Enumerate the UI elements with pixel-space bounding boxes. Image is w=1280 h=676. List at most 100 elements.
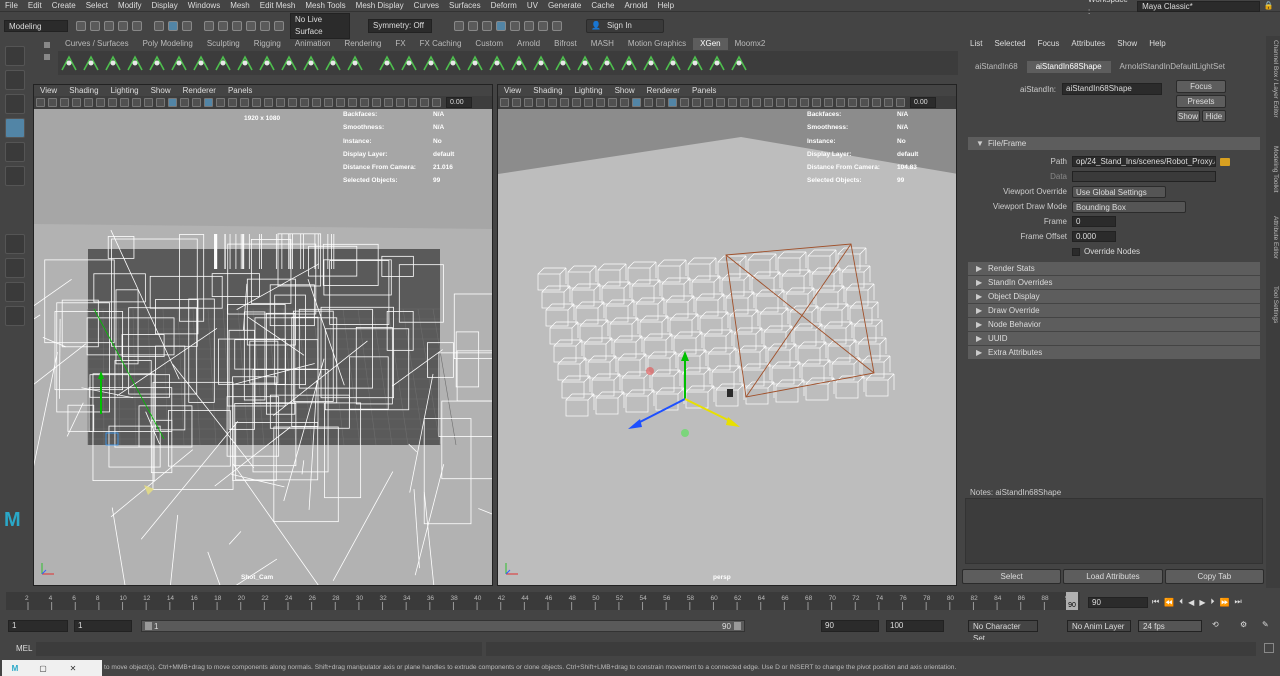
ae-tab[interactable]: aiStandIn68Shape	[1026, 61, 1111, 73]
folder-icon[interactable]	[1220, 157, 1230, 166]
viewport-tool-icon[interactable]	[323, 98, 333, 107]
go-to-end-icon[interactable]: ⏭	[1234, 597, 1241, 607]
xgen-groom-f-icon[interactable]	[488, 54, 506, 72]
ae-menu-focus[interactable]: Focus	[1032, 39, 1066, 48]
xgen-groom-a-icon[interactable]	[378, 54, 396, 72]
viewport-tool-icon[interactable]	[643, 98, 653, 107]
character-set-dropdown[interactable]: No Character Set	[968, 620, 1038, 643]
viewport-tool-icon[interactable]	[511, 98, 521, 107]
xgen-cache-icon[interactable]	[258, 54, 276, 72]
exposure-field-right[interactable]: 0.00	[910, 97, 936, 108]
vp-menu-lighting-r[interactable]: Lighting	[569, 86, 609, 95]
snap-surface-icon[interactable]	[260, 21, 270, 31]
live-surface-field[interactable]: No Live Surface	[290, 13, 350, 39]
xgen-groom-b-icon[interactable]	[400, 54, 418, 72]
ae-menu-help[interactable]: Help	[1143, 39, 1171, 48]
vp-menu-show-r[interactable]: Show	[609, 86, 641, 95]
viewport-tool-icon[interactable]	[883, 98, 893, 107]
viewport-tool-icon[interactable]	[703, 98, 713, 107]
vp-menu-shading-r[interactable]: Shading	[527, 86, 568, 95]
step-back-key-icon[interactable]: ⏪	[1164, 598, 1174, 607]
viewport-tool-icon[interactable]	[179, 98, 189, 107]
arnold-ipr-icon[interactable]	[538, 21, 548, 31]
step-forward-key-icon[interactable]: ⏩	[1219, 598, 1229, 607]
menu-surfaces[interactable]: Surfaces	[444, 0, 486, 12]
ipr-render-icon[interactable]	[482, 21, 492, 31]
copy-tab-button[interactable]: Copy Tab	[1164, 568, 1264, 584]
menu-windows[interactable]: Windows	[183, 0, 225, 12]
open-scene-icon[interactable]	[90, 21, 100, 31]
maya-taskbar-icon[interactable]: M	[2, 664, 28, 673]
viewport-tool-icon[interactable]	[419, 98, 429, 107]
viewport-tool-icon[interactable]	[71, 98, 81, 107]
vp-menu-show-l[interactable]: Show	[145, 86, 177, 95]
snap-point-icon[interactable]	[232, 21, 242, 31]
vp-menu-view-l[interactable]: View	[34, 86, 63, 95]
shelf-tab-arnold[interactable]: Arnold	[510, 38, 547, 50]
undo-icon[interactable]	[118, 21, 128, 31]
viewport-tool-icon[interactable]	[715, 98, 725, 107]
shelf-tab-custom[interactable]: Custom	[468, 38, 510, 50]
xgen-place-guide-icon[interactable]	[148, 54, 166, 72]
snap-grid-icon[interactable]	[204, 21, 214, 31]
range-bar[interactable]: 1 90	[141, 620, 745, 632]
paint-select-icon[interactable]	[5, 94, 25, 114]
viewport-tool-icon[interactable]	[143, 98, 153, 107]
select-object-icon[interactable]	[168, 21, 178, 31]
ae-menu-attributes[interactable]: Attributes	[1065, 39, 1111, 48]
step-back-frame-icon[interactable]: ⏴	[1179, 597, 1183, 607]
viewport-tool-icon[interactable]	[547, 98, 557, 107]
loop-icon[interactable]: ⟲	[1212, 620, 1219, 629]
section-extra-attributes[interactable]: ▶ Extra Attributes	[968, 346, 1260, 359]
viewport-override-dropdown[interactable]: Use Global Settings	[1072, 185, 1166, 198]
section-object-display[interactable]: ▶ Object Display	[968, 290, 1260, 303]
fps-dropdown[interactable]: 24 fps	[1138, 620, 1202, 632]
viewport-tool-icon[interactable]	[407, 98, 417, 107]
new-scene-icon[interactable]	[76, 21, 86, 31]
xgen-layer-icon[interactable]	[302, 54, 320, 72]
save-scene-icon[interactable]	[104, 21, 114, 31]
xgen-groom-n-icon[interactable]	[664, 54, 682, 72]
side-tab[interactable]: Modeling Toolkit	[1272, 146, 1279, 193]
menu-file[interactable]: File	[0, 0, 23, 12]
viewport-tool-icon[interactable]	[559, 98, 569, 107]
hypershade-icon[interactable]	[510, 21, 520, 31]
end-frame-field[interactable]: 100	[886, 620, 944, 632]
viewport-tool-icon[interactable]	[35, 98, 45, 107]
viewport-tool-icon[interactable]	[167, 98, 177, 107]
side-tab[interactable]: Attribute Editor	[1272, 216, 1279, 259]
scale-tool-icon[interactable]	[5, 166, 25, 186]
viewport-tool-icon[interactable]	[871, 98, 881, 107]
play-forwards-icon[interactable]: ▶	[1199, 598, 1205, 607]
viewport-tool-icon[interactable]	[359, 98, 369, 107]
xgen-sculpt-icon[interactable]	[192, 54, 210, 72]
viewport-tool-icon[interactable]	[499, 98, 509, 107]
viewport-shot-cam[interactable]: View Shading Lighting Show Renderer Panels 0.…	[33, 84, 493, 586]
viewport-tool-icon[interactable]	[763, 98, 773, 107]
playback-end-field[interactable]: 90	[821, 620, 879, 632]
shelf-tab-fx[interactable]: FX	[388, 38, 412, 50]
viewport-tool-icon[interactable]	[595, 98, 605, 107]
ae-menu-list[interactable]: List	[964, 39, 988, 48]
menu-select[interactable]: Select	[81, 0, 113, 12]
sign-in-button[interactable]: 👤 Sign In	[586, 19, 664, 33]
viewport-tool-icon[interactable]	[155, 98, 165, 107]
viewport-tool-icon[interactable]	[583, 98, 593, 107]
menu-edit-mesh[interactable]: Edit Mesh	[255, 0, 301, 12]
render-frame-icon[interactable]	[468, 21, 478, 31]
viewport-tool-icon[interactable]	[107, 98, 117, 107]
xgen-groom-q-icon[interactable]	[730, 54, 748, 72]
viewport-tool-icon[interactable]	[47, 98, 57, 107]
redo-icon[interactable]	[132, 21, 142, 31]
viewport-tool-icon[interactable]	[679, 98, 689, 107]
viewport-tool-icon[interactable]	[311, 98, 321, 107]
auto-key-icon[interactable]: ⚙	[1240, 620, 1247, 629]
select-button[interactable]: Select	[962, 568, 1062, 584]
play-backwards-icon[interactable]: ◀	[1188, 598, 1194, 607]
xgen-guide-icon[interactable]	[82, 54, 100, 72]
four-view-icon[interactable]	[5, 258, 25, 278]
viewport-tool-icon[interactable]	[739, 98, 749, 107]
viewport-tool-icon[interactable]	[619, 98, 629, 107]
xgen-groom-p-icon[interactable]	[708, 54, 726, 72]
shelf-tab-fx-caching[interactable]: FX Caching	[413, 38, 469, 50]
